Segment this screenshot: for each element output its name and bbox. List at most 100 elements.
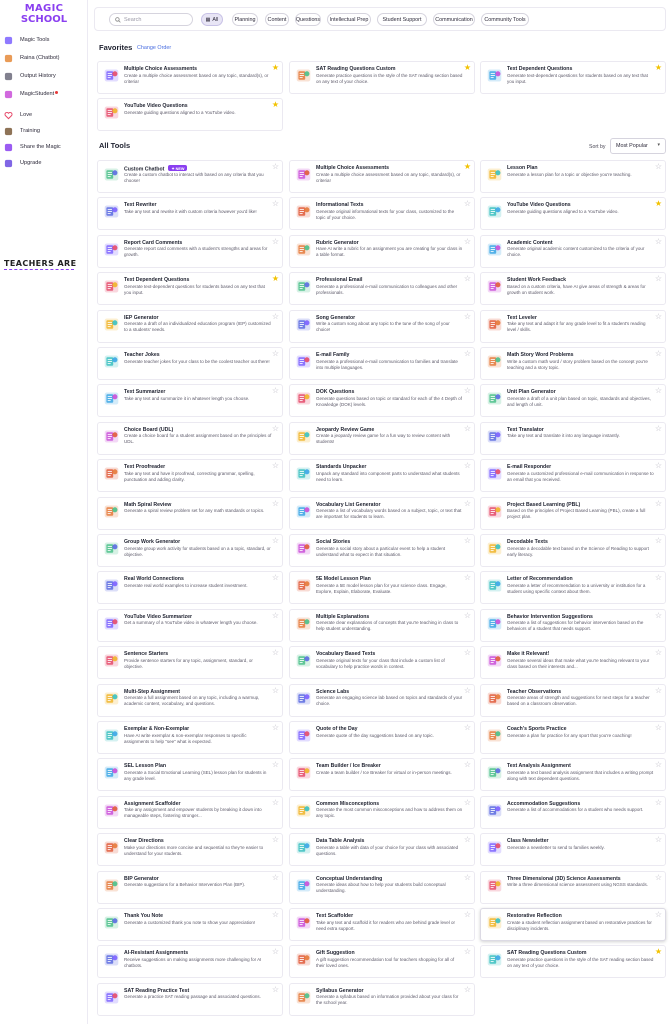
tool-card[interactable]: Social Stories Generate a social story ab… (289, 534, 475, 567)
star-outline-icon[interactable]: ☆ (272, 574, 279, 582)
star-outline-icon[interactable]: ☆ (272, 537, 279, 545)
search-input[interactable] (124, 16, 190, 23)
filter-chip-community-tools[interactable]: Community Tools (481, 13, 529, 26)
tool-card[interactable]: Thank You Note Generate a customized than… (97, 908, 283, 941)
tool-card[interactable]: Teacher Jokes Generate teacher jokes for … (97, 347, 283, 380)
star-outline-icon[interactable]: ☆ (464, 537, 471, 545)
tool-card[interactable]: Class Newsletter Generate a newsletter to… (480, 833, 666, 867)
star-filled-icon[interactable]: ★ (464, 64, 471, 72)
star-outline-icon[interactable]: ☆ (272, 387, 279, 395)
star-outline-icon[interactable]: ☆ (655, 237, 662, 246)
tool-card[interactable]: Restorative Reflection Create a student r… (480, 908, 666, 941)
star-outline-icon[interactable]: ☆ (655, 163, 662, 171)
tool-card[interactable]: Multiple Explanations Generate clear expl… (289, 608, 475, 642)
tool-card[interactable]: Sentence Starters Provide sentence starte… (97, 646, 283, 680)
filter-chip-intellectual-prep[interactable]: Intellectual Prep (327, 13, 371, 26)
filter-chip-content[interactable]: Content (265, 13, 289, 26)
star-outline-icon[interactable]: ☆ (655, 462, 662, 470)
star-outline-icon[interactable]: ☆ (464, 836, 471, 844)
change-order-link[interactable]: Change Order (137, 45, 171, 51)
tool-card[interactable]: Three Dimensional (3D) Science Assessmen… (480, 870, 666, 904)
star-outline-icon[interactable]: ☆ (272, 686, 279, 695)
favorite-tool-card[interactable]: Text Dependent Questions Generate text-de… (480, 61, 666, 94)
sidebar-item-raina-chatbot[interactable]: Raina (Chatbot) (4, 51, 86, 65)
tool-card[interactable]: Text Scaffolder Take any text and scaffol… (289, 908, 475, 941)
tool-card[interactable]: DOK Questions Generate questions based on… (289, 384, 475, 418)
star-outline-icon[interactable]: ☆ (464, 350, 471, 358)
star-outline-icon[interactable]: ☆ (272, 350, 279, 358)
star-outline-icon[interactable]: ☆ (272, 237, 279, 246)
star-outline-icon[interactable]: ☆ (464, 873, 471, 882)
star-outline-icon[interactable]: ☆ (272, 163, 279, 171)
star-outline-icon[interactable]: ☆ (464, 424, 471, 433)
star-outline-icon[interactable]: ☆ (464, 499, 471, 508)
star-outline-icon[interactable]: ☆ (464, 761, 471, 769)
sort-select[interactable]: Most Popular ▾ (610, 138, 666, 154)
magicschool-logo[interactable]: MAGIC SCHOOL (16, 3, 72, 25)
tool-card[interactable]: Group Work Generator Generate group work … (97, 534, 283, 567)
tool-card[interactable]: Text Rewriter Take any text and rewrite i… (97, 197, 283, 231)
star-outline-icon[interactable]: ☆ (655, 350, 662, 358)
tool-card[interactable]: Choice Board (UDL) Create a choice board … (97, 421, 283, 455)
star-outline-icon[interactable]: ☆ (272, 611, 279, 620)
star-filled-icon[interactable]: ★ (464, 163, 471, 171)
sidebar-item-magic-tools[interactable]: Magic Tools (4, 33, 86, 47)
star-outline-icon[interactable]: ☆ (655, 761, 662, 769)
star-outline-icon[interactable]: ☆ (272, 761, 279, 769)
tool-card[interactable]: Vocabulary List Generator Generate a list… (289, 496, 475, 530)
tool-card[interactable]: Syllabus Generator Generate a syllabus ba… (289, 982, 475, 1016)
star-outline-icon[interactable]: ☆ (464, 462, 471, 470)
promo-banner[interactable]: TEACHERS ARE (4, 259, 78, 270)
tool-card[interactable]: Assignment Scaffolder Take any assignment… (97, 795, 283, 829)
star-outline-icon[interactable]: ☆ (464, 611, 471, 620)
tool-card[interactable]: Team Builder / Ice Breaker Create a team … (289, 758, 475, 792)
star-outline-icon[interactable]: ☆ (272, 649, 279, 657)
star-outline-icon[interactable]: ☆ (272, 836, 279, 844)
star-outline-icon[interactable]: ☆ (655, 424, 662, 433)
tool-card[interactable]: Text Proofreader Take any text and have i… (97, 459, 283, 493)
filter-chip-all[interactable]: ▦ All (201, 13, 223, 26)
tool-card[interactable]: E-mail Responder Generate a customized pr… (480, 459, 666, 493)
tool-card[interactable]: Math Spiral Review Generate a spiral revi… (97, 496, 283, 530)
star-outline-icon[interactable]: ☆ (464, 312, 471, 321)
sidebar-item-upgrade[interactable]: Upgrade (4, 156, 86, 170)
star-outline-icon[interactable]: ☆ (464, 686, 471, 695)
favorite-tool-card[interactable]: YouTube Video Questions Generate guiding … (97, 98, 283, 131)
star-outline-icon[interactable]: ☆ (655, 387, 662, 395)
filter-chip-planning[interactable]: Planning (232, 13, 258, 26)
tool-card[interactable]: BIP Generator Generate suggestions for a … (97, 870, 283, 904)
tool-card[interactable]: Decodable Texts Generate a decodable text… (480, 534, 666, 567)
tool-card[interactable]: SAT Reading Questions Custom Generate pra… (480, 945, 666, 979)
filter-chip-student-support[interactable]: Student Support (377, 13, 427, 26)
star-outline-icon[interactable]: ☆ (272, 200, 279, 208)
tool-card[interactable]: Standards Unpacker Unpack any standard in… (289, 459, 475, 493)
tool-card[interactable]: Behavior Intervention Suggestions Generat… (480, 608, 666, 642)
star-filled-icon[interactable]: ★ (272, 64, 279, 72)
tool-card[interactable]: Exemplar & Non-Exemplar Have AI write exe… (97, 721, 283, 754)
star-outline-icon[interactable]: ☆ (464, 200, 471, 208)
star-outline-icon[interactable]: ☆ (655, 686, 662, 695)
tool-card[interactable]: Gift Suggestion A gift suggestion recomme… (289, 945, 475, 979)
star-outline-icon[interactable]: ☆ (464, 985, 471, 994)
star-outline-icon[interactable]: ☆ (655, 499, 662, 508)
tool-card[interactable]: Conceptual Understanding Generate ideas a… (289, 870, 475, 904)
favorite-tool-card[interactable]: Multiple Choice Assessments Create a mult… (97, 61, 283, 94)
tool-card[interactable]: Make it Relevant! Generate several ideas … (480, 646, 666, 680)
star-outline-icon[interactable]: ☆ (272, 312, 279, 321)
sidebar-item-output-history[interactable]: Output History (4, 69, 86, 83)
star-outline-icon[interactable]: ☆ (272, 873, 279, 882)
tool-card[interactable]: Multi-Step Assignment Generate a full ass… (97, 683, 283, 717)
star-outline-icon[interactable]: ☆ (655, 873, 662, 882)
filter-chip-questions[interactable]: Questions (295, 13, 321, 26)
tool-card[interactable]: Common Misconceptions Generate the most c… (289, 795, 475, 829)
search-box[interactable] (109, 13, 193, 26)
sidebar-item-training[interactable]: Training (4, 124, 86, 138)
tool-card[interactable]: Text Summarizer Take any text and summari… (97, 384, 283, 418)
tool-card[interactable]: Real World Connections Generate real worl… (97, 571, 283, 605)
star-outline-icon[interactable]: ☆ (464, 948, 471, 956)
star-outline-icon[interactable]: ☆ (464, 387, 471, 395)
star-outline-icon[interactable]: ☆ (272, 499, 279, 508)
tool-card[interactable]: E-mail Family Generate a professional e-m… (289, 347, 475, 380)
star-outline-icon[interactable]: ☆ (464, 798, 471, 807)
tool-card[interactable]: Report Card Comments Generate report card… (97, 234, 283, 268)
